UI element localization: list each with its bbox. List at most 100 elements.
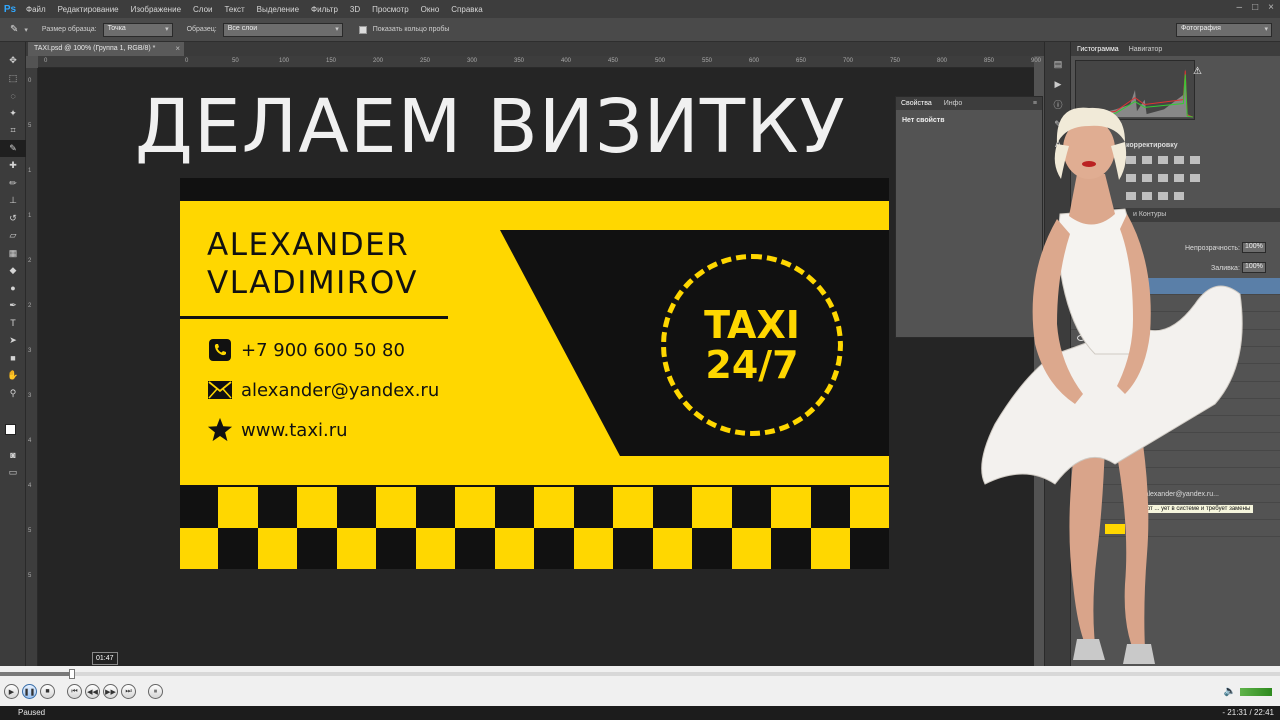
contact-website: www.taxi.ru [207,416,348,444]
type-tool-icon[interactable]: T [0,315,26,333]
ruler-v-label: 3 [28,348,32,354]
star-icon [207,417,233,443]
gradient-tool-icon[interactable]: ▦ [0,245,26,263]
document-tab-title: TAXI.psd @ 100% (Группа 1, RGB/8) * [34,45,156,52]
eraser-tool-icon[interactable]: ▱ [0,227,26,245]
magic-wand-tool-icon[interactable]: ✦ [0,105,26,123]
pause-icon[interactable]: ❚❚ [22,684,37,699]
workspace-select[interactable]: Фотография [1176,23,1272,37]
ruler-h-label: 600 [749,58,760,64]
sample-size-select[interactable]: Точка [102,22,173,37]
sample-layers-select[interactable]: Все слои [222,22,343,37]
woman-figure-image [981,107,1243,664]
seek-thumb[interactable] [68,669,75,679]
hand-tool-icon[interactable]: ✋ [0,367,26,385]
ruler-h-label: 250 [420,58,431,64]
play-icon[interactable]: ▶ [4,684,19,699]
frame-step-icon[interactable]: ⏸ [148,684,163,699]
tool-preset-dropdown-icon[interactable]: ▾ [24,26,28,34]
ruler-h-label: 350 [514,58,525,64]
shape-tool-icon[interactable]: ■ [0,350,26,368]
stamp-tool-icon[interactable]: ⊥ [0,192,26,210]
ruler-v-label: 1 [28,168,32,174]
quick-mask-icon[interactable]: ◙ [0,446,26,464]
ruler-h-label: 750 [890,58,901,64]
tab-navigator[interactable]: Навигатор [1129,46,1163,53]
menu-file[interactable]: Файл [20,5,52,14]
ruler-h-label: 850 [984,58,995,64]
menu-help[interactable]: Справка [445,5,488,14]
volume-bar[interactable] [1240,687,1272,696]
zoom-tool-icon[interactable]: ⚲ [0,385,26,403]
menu-filter[interactable]: Фильтр [305,5,344,14]
badge-line2: 24/7 [705,343,799,387]
color-swatches[interactable] [5,424,21,440]
ruler-v-label: 4 [28,438,32,444]
pen-tool-icon[interactable]: ✒ [0,297,26,315]
player-status-bar: Paused - 21:31 / 22:41 [0,706,1280,720]
ruler-h-label: 800 [937,58,948,64]
options-bar: ✎ ▾ Размер образца: Точка Образец: Все с… [0,18,1280,42]
menu-3d[interactable]: 3D [344,5,366,14]
blur-tool-icon[interactable]: ◆ [0,262,26,280]
path-select-tool-icon[interactable]: ➤ [0,332,26,350]
sample-label: Образец: [186,26,217,33]
foreground-color[interactable] [5,424,16,435]
ruler-h-label: 50 [232,58,239,64]
healing-tool-icon[interactable]: ✚ [0,157,26,175]
volume-control[interactable]: 🔈 [1224,686,1272,697]
tools-panel: ✥ ⬚ ◌ ✦ ⌗ ✎ ✚ ✏ ⊥ ↺ ▱ ▦ ◆ ● ✒ T ➤ ■ ✋ ⚲ … [0,42,26,666]
document-tab[interactable]: TAXI.psd @ 100% (Группа 1, RGB/8) * × [28,42,184,56]
screen-mode-icon[interactable]: ▭ [0,464,26,482]
ruler-v-label: 1 [28,213,32,219]
contact-email: alexander@yandex.ru [207,376,439,404]
ruler-h-label: 650 [796,58,807,64]
next-icon[interactable]: ⏭ [121,684,136,699]
menu-select[interactable]: Выделение [251,5,305,14]
menu-edit[interactable]: Редактирование [52,5,125,14]
eyedropper-icon[interactable]: ✎ [10,24,18,35]
maximize-button[interactable]: □ [1252,2,1258,13]
eyedropper-tool-icon[interactable]: ✎ [0,139,26,157]
checker-pattern [180,487,889,569]
stop-icon[interactable]: ■ [40,684,55,699]
window-controls: – □ × [1237,2,1274,13]
rewind-icon[interactable]: ◀◀ [85,684,100,699]
history-brush-tool-icon[interactable]: ↺ [0,210,26,228]
crop-tool-icon[interactable]: ⌗ [0,122,26,140]
forward-icon[interactable]: ▶▶ [103,684,118,699]
menu-type[interactable]: Текст [218,5,250,14]
envelope-icon [207,377,233,403]
minimize-button[interactable]: – [1237,2,1243,13]
badge-line1: TAXI [704,303,800,347]
menubar: Ps Файл Редактирование Изображение Слои … [0,0,1280,18]
lasso-tool-icon[interactable]: ◌ [0,87,26,105]
show-ring-checkbox[interactable] [358,25,367,34]
history-panel-icon[interactable]: ▤ [1045,54,1071,74]
seek-bar[interactable] [0,669,1280,679]
close-button[interactable]: × [1268,2,1274,13]
ruler-h-label: 550 [702,58,713,64]
menu-view[interactable]: Просмотр [366,5,415,14]
ruler-v-label: 5 [28,123,32,129]
warning-icon[interactable]: ⚠ [1193,66,1202,77]
menu-image[interactable]: Изображение [125,5,187,14]
actions-panel-icon[interactable]: ▶ [1045,74,1071,94]
marquee-tool-icon[interactable]: ⬚ [0,70,26,88]
speaker-icon[interactable]: 🔈 [1224,686,1236,697]
menu-window[interactable]: Окно [415,5,446,14]
taxi-badge: TAXI 24/7 [661,254,843,436]
ruler-h-label: 400 [561,58,572,64]
show-ring-label: Показать кольцо пробы [372,26,450,33]
canvas[interactable]: ДЕЛАЕМ ВИЗИТКУ ALEXANDER VLADIMIROV +7 9… [38,68,1034,668]
tab-info[interactable]: Инфо [944,100,963,107]
tab-histogram[interactable]: Гистограмма [1077,46,1119,53]
contact-email-text: alexander@yandex.ru [241,379,440,401]
menu-layers[interactable]: Слои [187,5,218,14]
tab-properties[interactable]: Свойства [901,100,932,107]
previous-icon[interactable]: ⏮ [67,684,82,699]
close-tab-icon[interactable]: × [175,44,180,53]
dodge-tool-icon[interactable]: ● [0,280,26,298]
move-tool-icon[interactable]: ✥ [0,52,26,70]
brush-tool-icon[interactable]: ✏ [0,175,26,193]
